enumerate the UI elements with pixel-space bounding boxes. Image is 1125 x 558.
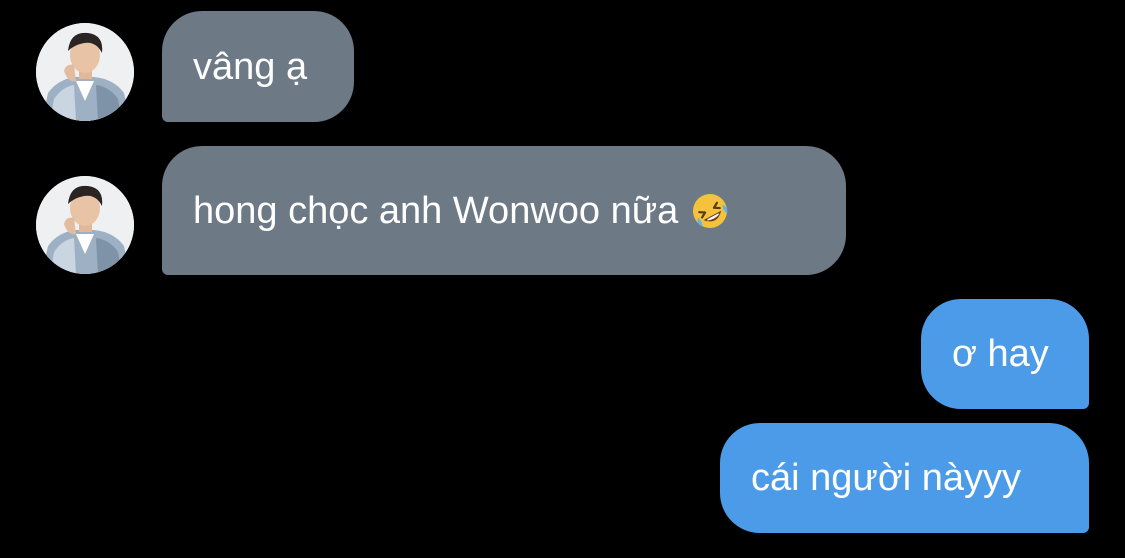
message-text: cái người nàyyy [751, 457, 1022, 499]
sender-avatar[interactable] [36, 176, 134, 274]
message-text: ơ hay [952, 333, 1049, 375]
rolling-on-floor-laughing-emoji-icon [690, 191, 730, 231]
message-text: hong chọc anh Wonwoo nữa [193, 189, 679, 232]
incoming-message-bubble[interactable]: vâng ạ [162, 11, 354, 122]
incoming-message-bubble[interactable]: hong chọc anh Wonwoo nữa [162, 146, 846, 275]
profile-photo-icon [36, 23, 134, 121]
message-text: vâng ạ [193, 45, 308, 88]
outgoing-message-bubble[interactable]: cái người nàyyy [720, 423, 1089, 533]
chat-thread: vâng ạ hong chọc anh Wonwoo nữa ơ hay cá… [0, 0, 1125, 558]
profile-photo-icon [36, 176, 134, 274]
outgoing-message-bubble[interactable]: ơ hay [921, 299, 1089, 409]
sender-avatar[interactable] [36, 23, 134, 121]
